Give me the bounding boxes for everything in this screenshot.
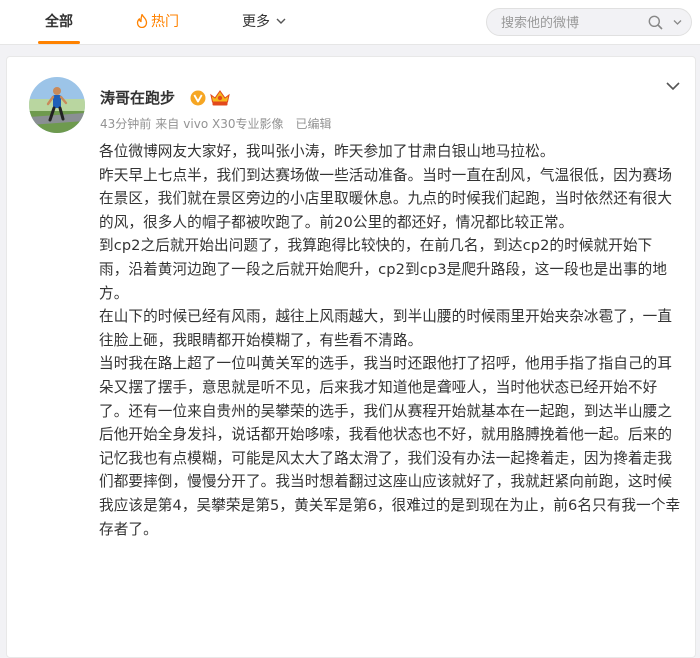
flame-icon <box>136 14 148 28</box>
post-source[interactable]: vivo X30专业影像 <box>183 117 283 131</box>
post-paragraph: 到cp2之后就开始出问题了，我算跑得比较快的，在前几名，到达cp2的时候就开始下… <box>99 237 668 302</box>
post-paragraph: 当时我在路上超了一位叫黄关军的选手，我当时还跟他打了招呼，他用手指了指自己的耳朵… <box>99 355 681 538</box>
post-content: 各位微博网友大家好，我叫张小涛，昨天参加了甘肃白银山地马拉松。 昨天早上七点半，… <box>99 140 681 541</box>
search-input[interactable] <box>499 13 653 33</box>
user-badges <box>190 87 231 105</box>
post-source-prefix: 来自 <box>155 117 180 131</box>
verified-v-icon[interactable] <box>190 90 206 106</box>
tab-all[interactable]: 全部 <box>38 0 80 44</box>
search-box <box>486 8 692 36</box>
post-paragraph: 在山下的时候已经有风雨，越往上风雨越大，到半山腰的时候雨里开始夹杂冰雹了，一直往… <box>99 308 673 349</box>
weibo-post-card: 涛哥在跑步 43分钟前 来自 vivo X30专业影像 已编辑 各位微博网友大家好，我… <box>6 56 696 658</box>
search-icon[interactable] <box>648 15 663 30</box>
chevron-down-icon[interactable] <box>673 18 682 27</box>
post-time[interactable]: 43分钟前 <box>100 117 151 131</box>
tab-more[interactable]: 更多 <box>242 0 286 44</box>
tab-hot[interactable]: 热门 <box>136 0 179 44</box>
post-menu-chevron-icon[interactable] <box>665 79 681 93</box>
crown-badge-icon[interactable] <box>209 89 231 107</box>
avatar[interactable] <box>29 77 85 133</box>
edited-tag[interactable]: 已编辑 <box>295 117 331 131</box>
post-author-name[interactable]: 涛哥在跑步 <box>100 87 175 108</box>
post-meta: 43分钟前 来自 vivo X30专业影像 已编辑 <box>100 115 336 132</box>
avatar-photo <box>29 77 85 133</box>
post-paragraph: 各位微博网友大家好，我叫张小涛，昨天参加了甘肃白银山地马拉松。 <box>99 143 555 160</box>
tab-hot-label: 热门 <box>151 14 179 30</box>
tab-more-label: 更多 <box>242 14 270 30</box>
profile-tab-bar: 全部 热门 更多 <box>0 0 700 45</box>
post-paragraph: 昨天早上七点半，我们到达赛场做一些活动准备。当时一直在刮风，气温很低，因为赛场在… <box>99 166 673 231</box>
chevron-down-icon <box>276 18 286 24</box>
